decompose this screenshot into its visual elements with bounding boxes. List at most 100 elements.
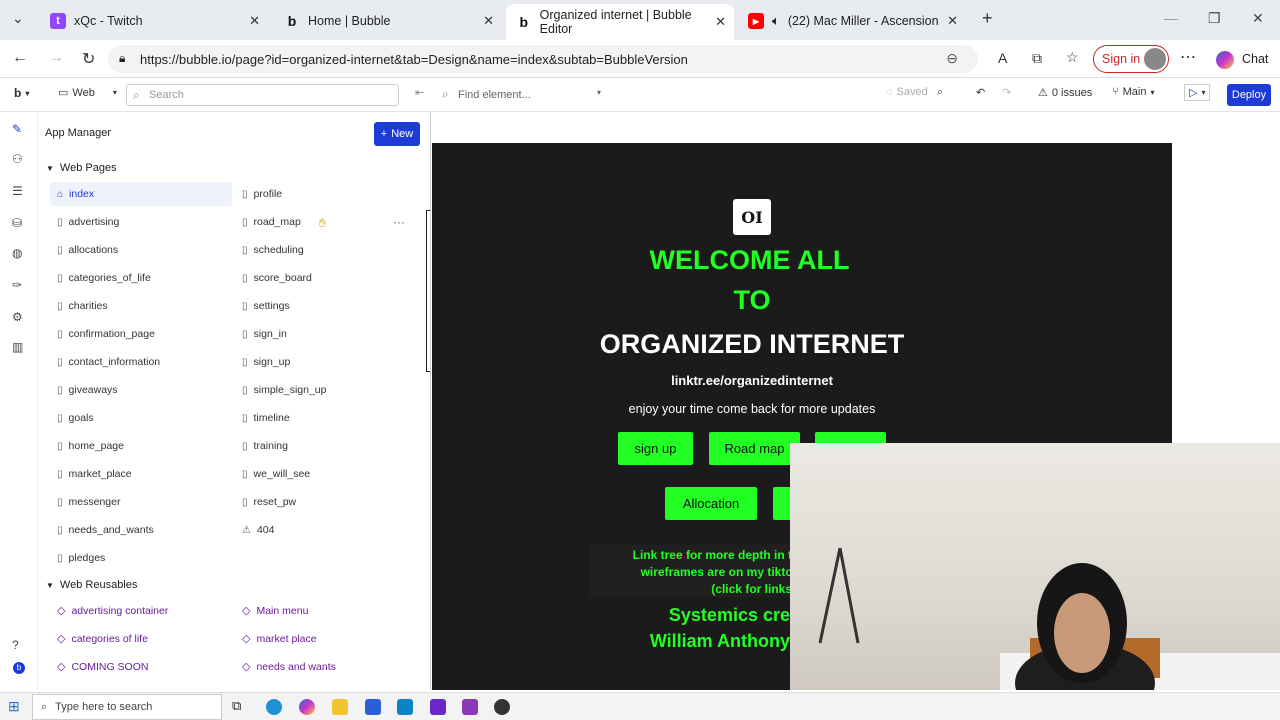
- favorites-icon[interactable]: ☆: [1066, 49, 1079, 66]
- copilot-icon[interactable]: [1216, 51, 1234, 69]
- search-icon[interactable]: ⌕: [937, 86, 943, 99]
- page-options-icon[interactable]: ···: [393, 215, 405, 229]
- plugins-icon[interactable]: ✑: [12, 278, 22, 292]
- url-input[interactable]: 🔒︎ https://bubble.io/page?id=organized-i…: [108, 45, 978, 73]
- store-icon[interactable]: [365, 699, 381, 715]
- page-list-item[interactable]: ▯ settings: [242, 295, 290, 317]
- globe-icon[interactable]: ◍: [12, 246, 22, 260]
- page-list-item[interactable]: ▯ scheduling: [242, 239, 304, 261]
- file-explorer-icon[interactable]: [332, 699, 348, 715]
- page-list-item[interactable]: ▯ needs_and_wants: [57, 519, 154, 541]
- bubble-account-icon[interactable]: b: [13, 662, 25, 674]
- copilot-taskbar-icon[interactable]: [299, 699, 315, 715]
- speaker-icon[interactable]: 🔈︎: [772, 13, 780, 29]
- reload-icon[interactable]: ↻: [82, 49, 95, 69]
- extensions-icon[interactable]: ⧉: [1032, 50, 1042, 67]
- page-list-item[interactable]: ▯ confirmation_page: [57, 323, 155, 345]
- undo-icon[interactable]: ↶: [976, 86, 985, 99]
- logs-icon[interactable]: ▥: [12, 340, 23, 354]
- reusable-list-item[interactable]: ◇ categories of life: [57, 632, 148, 646]
- site-logo[interactable]: OI: [733, 199, 771, 235]
- redo-icon[interactable]: ↷: [1002, 86, 1011, 99]
- minimize-icon[interactable]: —: [1164, 10, 1178, 26]
- forward-icon[interactable]: →: [48, 49, 64, 67]
- new-page-button[interactable]: + New: [374, 122, 420, 146]
- back-icon[interactable]: ←: [12, 49, 28, 67]
- platform-select[interactable]: ▭ Web ▾: [58, 86, 117, 100]
- obs-icon[interactable]: [494, 699, 510, 715]
- page-list-item[interactable]: ▯ contact_information: [57, 351, 160, 373]
- close-window-icon[interactable]: ✕: [1252, 10, 1264, 27]
- page-list-item[interactable]: ▯ advertising: [57, 211, 119, 233]
- reusable-list-item[interactable]: ◇ needs and wants: [242, 660, 336, 674]
- road-map-button[interactable]: Road map: [709, 432, 800, 465]
- page-list-item[interactable]: ⚠ 404: [242, 519, 275, 541]
- edge-taskbar-icon[interactable]: [266, 699, 282, 715]
- tab-youtube[interactable]: ▶ 🔈︎ (22) Mac Miller - Ascension ✕: [738, 6, 966, 36]
- close-tab-icon[interactable]: ✕: [249, 13, 260, 29]
- help-icon[interactable]: ?: [12, 638, 19, 652]
- chat-button[interactable]: Chat: [1242, 52, 1268, 66]
- page-list-item[interactable]: ▯ messenger: [57, 491, 120, 513]
- zoom-icon[interactable]: ⊖: [946, 50, 958, 67]
- page-list-item[interactable]: ▯ road_map: [242, 211, 301, 233]
- read-aloud-icon[interactable]: A: [998, 50, 1007, 66]
- page-list-item[interactable]: ▯ giveaways: [57, 379, 118, 401]
- web-reusables-section-header[interactable]: ▼ Web Reusables: [46, 579, 137, 591]
- page-list-item[interactable]: ▯ market_place: [57, 463, 132, 485]
- mail-icon[interactable]: [397, 699, 413, 715]
- settings-icon[interactable]: ⚙: [12, 310, 23, 324]
- page-list-item[interactable]: ⌂ index: [57, 183, 94, 205]
- reusable-list-item[interactable]: ◇ COMING SOON: [57, 660, 148, 674]
- reusable-list-item[interactable]: ◇ market place: [242, 632, 317, 646]
- find-element-select[interactable]: ⌕ Find element... ▾: [440, 84, 605, 106]
- sign-up-button[interactable]: sign up: [618, 432, 693, 465]
- start-icon[interactable]: ⊞: [8, 698, 20, 715]
- page-list-item[interactable]: ▯ simple_sign_up: [242, 379, 326, 401]
- bubble-logo-menu[interactable]: b ▾: [14, 86, 29, 100]
- web-pages-section-header[interactable]: ▼ Web Pages: [46, 162, 117, 174]
- page-list-item[interactable]: ▯ we_will_see: [242, 463, 310, 485]
- page-list-item[interactable]: ▯ categories_of_life: [57, 267, 151, 289]
- more-menu-icon[interactable]: ⋯: [1180, 47, 1196, 67]
- page-list-item[interactable]: ▯ sign_in: [242, 323, 287, 345]
- page-list-item[interactable]: ▯ goals: [57, 407, 94, 429]
- reusable-list-item[interactable]: ◇ advertising container: [57, 604, 168, 618]
- allocation-button[interactable]: Allocation: [665, 487, 757, 520]
- page-list-item[interactable]: ▯ charities: [57, 295, 108, 317]
- tab-list-chevron-icon[interactable]: ⌄: [12, 10, 24, 27]
- links-note-box[interactable]: Link tree for more depth in t wireframes…: [590, 545, 800, 597]
- page-list-item[interactable]: ▯ sign_up: [242, 351, 290, 373]
- styles-icon[interactable]: ☰: [12, 184, 23, 198]
- page-list-item[interactable]: ▯ pledges: [57, 547, 105, 569]
- design-pen-icon[interactable]: ✎: [12, 122, 22, 136]
- page-list-item[interactable]: ▯ timeline: [242, 407, 290, 429]
- workflow-icon[interactable]: ⚇: [12, 152, 23, 166]
- tab-twitch[interactable]: t xQc - Twitch ✕: [40, 6, 268, 36]
- branch-select[interactable]: ⑂ Main ▾: [1112, 86, 1154, 98]
- sign-in-button[interactable]: Sign in: [1093, 45, 1169, 73]
- element-search-input[interactable]: ⌕ Search: [126, 84, 399, 106]
- page-list-item[interactable]: ▯ allocations: [57, 239, 118, 261]
- deploy-button[interactable]: Deploy: [1227, 84, 1271, 106]
- page-list-item[interactable]: ▯ score_board: [242, 267, 312, 289]
- close-tab-icon[interactable]: ✕: [947, 13, 958, 29]
- taskbar-search-input[interactable]: ⌕ Type here to search: [32, 694, 222, 720]
- database-icon[interactable]: ⛁: [12, 216, 22, 230]
- close-tab-icon[interactable]: ✕: [483, 13, 494, 29]
- issues-button[interactable]: ⚠ 0 issues: [1038, 86, 1092, 100]
- tab-bubble-editor[interactable]: b Organized internet | Bubble Editor ✕: [506, 4, 734, 40]
- new-tab-icon[interactable]: +: [982, 8, 993, 29]
- close-tab-icon[interactable]: ✕: [715, 14, 726, 30]
- preview-button[interactable]: ▷ ▾: [1184, 84, 1211, 101]
- reusable-list-item[interactable]: ◇ Main menu: [242, 604, 308, 618]
- tab-home-bubble[interactable]: b Home | Bubble ✕: [274, 6, 502, 36]
- page-list-item[interactable]: ▯ home_page: [57, 435, 124, 457]
- media-app-icon[interactable]: [430, 699, 446, 715]
- page-list-item[interactable]: ▯ training: [242, 435, 288, 457]
- page-list-item[interactable]: ▯ reset_pw: [242, 491, 296, 513]
- maximize-icon[interactable]: ❐: [1208, 10, 1221, 27]
- linktree-link[interactable]: linktr.ee/organizedinternet: [432, 373, 1072, 388]
- collapse-panel-icon[interactable]: ⇤: [415, 86, 424, 99]
- page-list-item[interactable]: ▯ profile: [242, 183, 282, 205]
